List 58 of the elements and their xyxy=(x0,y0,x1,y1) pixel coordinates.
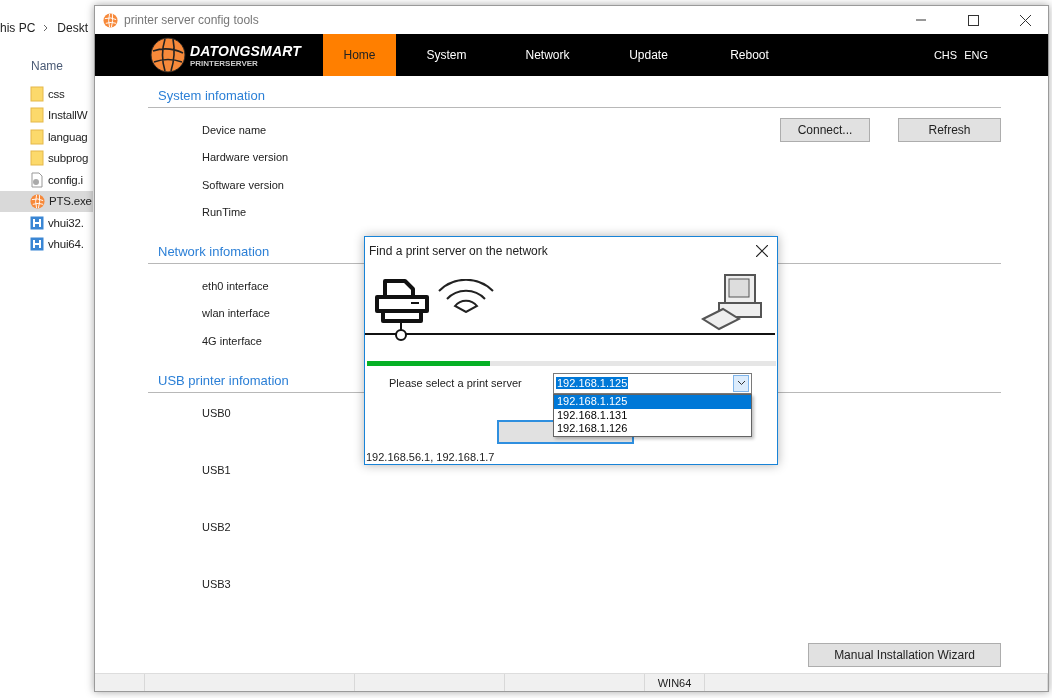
window-title: printer server config tools xyxy=(124,13,260,27)
field-label: USB3 xyxy=(202,577,231,590)
field-label: USB1 xyxy=(202,463,231,476)
globe-icon xyxy=(103,12,118,28)
file-item[interactable]: config.i xyxy=(0,169,93,191)
dropdown-option[interactable]: 192.168.1.126 xyxy=(554,422,751,436)
close-icon xyxy=(1019,14,1031,26)
field-label: USB0 xyxy=(202,406,231,419)
section-title: System infomation xyxy=(158,88,265,103)
dropdown-option[interactable]: 192.168.1.125 xyxy=(554,395,751,409)
globe-icon xyxy=(30,193,45,209)
printer-icon xyxy=(373,279,431,325)
connect-button[interactable]: Connect... xyxy=(780,117,870,142)
field-label: eth0 interface xyxy=(202,279,269,292)
settings-file-icon xyxy=(30,171,44,188)
language-link[interactable]: CHS xyxy=(933,49,958,61)
close-icon xyxy=(756,245,768,257)
folder-icon xyxy=(30,150,44,167)
breadcrumb-item[interactable]: Deskt xyxy=(57,21,89,35)
host-addresses: 192.168.56.1, 192.168.1.7 xyxy=(366,451,495,463)
brand-name: DATONGSMART xyxy=(190,42,302,59)
caret-icon[interactable] xyxy=(733,374,749,392)
wizard-button[interactable]: Manual Installation Wizard xyxy=(808,643,1001,667)
globe-logo-icon xyxy=(150,37,186,73)
select-label: Please select a print server xyxy=(388,377,523,389)
breadcrumb-item[interactable]: his PC xyxy=(0,21,36,35)
section-title: Network infomation xyxy=(158,244,270,259)
field-label: Hardware version xyxy=(202,151,289,164)
file-item[interactable]: vhui32. xyxy=(0,212,93,234)
maximize-icon xyxy=(967,14,979,26)
field-label: USB2 xyxy=(202,520,231,533)
file-item[interactable]: PTS.exe xyxy=(0,190,93,212)
file-item[interactable]: subprog xyxy=(0,147,93,169)
file-item[interactable]: languag xyxy=(0,126,93,148)
field-label: RunTime xyxy=(202,206,247,219)
field-label: 4G interface xyxy=(202,334,262,347)
file-item[interactable]: css xyxy=(0,83,93,105)
section-title: USB printer infomation xyxy=(158,372,289,388)
status-text: WIN64 xyxy=(657,676,692,689)
field-label: wlan interface xyxy=(202,307,270,320)
folder-icon xyxy=(30,107,44,124)
refresh-button[interactable]: Refresh xyxy=(898,117,1001,142)
server-select[interactable]: 192.168.1.125 xyxy=(553,372,752,394)
field-label: Device name xyxy=(202,123,267,136)
chevron-icon xyxy=(43,24,50,32)
dialog-title: Find a print server on the network xyxy=(369,244,549,258)
brand-subtitle: PRINTERSERVER xyxy=(190,58,259,68)
file-item[interactable]: vhui64. xyxy=(0,233,93,255)
language-link[interactable]: ENG xyxy=(964,49,988,61)
folder-icon xyxy=(30,85,44,102)
column-header[interactable]: Name xyxy=(31,49,63,83)
field-label: Software version xyxy=(202,178,284,191)
folder-icon xyxy=(30,128,44,145)
nav-tab[interactable]: Home xyxy=(323,34,396,76)
h-letter-icon xyxy=(30,237,44,252)
wifi-icon xyxy=(437,279,495,313)
file-item[interactable]: InstallW xyxy=(0,104,93,126)
h-letter-icon xyxy=(30,215,44,230)
